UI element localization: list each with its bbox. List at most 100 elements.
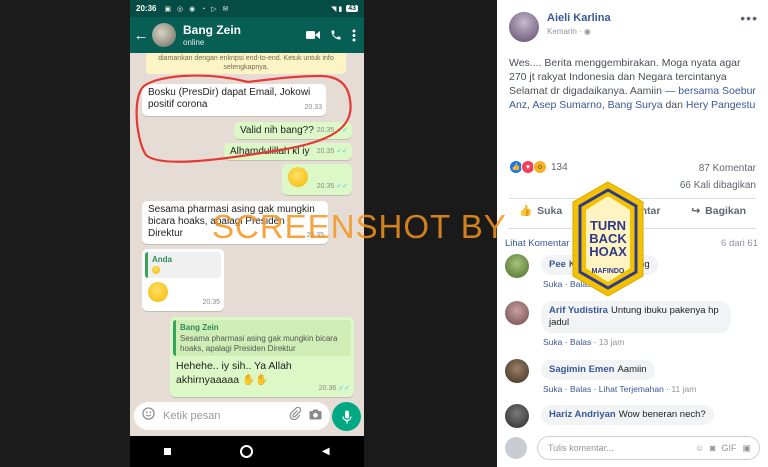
outgoing-message[interactable]: Bang Zein Sesama pharmasi asing gak mung…: [170, 317, 354, 397]
reaction-summary[interactable]: 👍 ♥ o 134: [509, 160, 568, 174]
comment: Arif Yudistira Untung ibuku pakenya hp ja…: [505, 301, 731, 347]
camera-icon[interactable]: ◙: [710, 443, 715, 454]
message-time: 20.35: [202, 299, 220, 306]
comment-time[interactable]: 14 jam: [599, 279, 625, 289]
home-icon[interactable]: [240, 445, 254, 458]
message-input[interactable]: Ketik pesan: [134, 402, 330, 430]
mic-button[interactable]: [332, 402, 361, 431]
like-label: Suka: [537, 204, 563, 217]
voice-call-icon[interactable]: [330, 29, 342, 41]
message-text: Bosku (PresDir) dapat Email, Jokowi posi…: [148, 87, 311, 110]
comment-button[interactable]: 🗨 Komentar: [583, 204, 670, 218]
more-options-icon[interactable]: [352, 29, 356, 42]
comment-like-link[interactable]: Suka: [543, 279, 562, 289]
commenter-avatar[interactable]: [505, 404, 529, 428]
commenter-name[interactable]: Sagimin Emen: [549, 364, 614, 375]
incoming-message[interactable]: Bosku (PresDir) dapat Email, Jokowi posi…: [142, 84, 326, 116]
comment-like-link[interactable]: Suka: [543, 384, 562, 394]
like-button[interactable]: 👍 Suka: [509, 204, 572, 218]
comment-like-link[interactable]: Suka: [543, 337, 562, 347]
write-comment-placeholder: Tulis komentar...: [548, 443, 614, 453]
write-comment-input[interactable]: Tulis komentar... ☺ ◙ GIF ▣: [537, 436, 760, 460]
contact-avatar[interactable]: [152, 23, 176, 47]
message-time: 20.33: [304, 104, 322, 111]
quoted-emoji-icon: [152, 266, 160, 274]
comment-text: Kenek telek paleng: [568, 259, 650, 270]
message-composer: Ketik pesan: [130, 398, 364, 436]
comment-reply-link[interactable]: Balas: [570, 279, 591, 289]
comment-text: Aamiin: [617, 364, 647, 375]
post-time[interactable]: Kemarin: [547, 27, 577, 36]
tag-surya[interactable]: Bang Surya: [608, 99, 663, 111]
comment: Pee Kenek telek paleng Suka · Balas · 14 …: [505, 254, 658, 289]
sticker-icon[interactable]: ▣: [742, 443, 751, 454]
comment-reply-link[interactable]: Balas: [570, 384, 591, 394]
back-arrow-icon[interactable]: ←: [132, 27, 150, 44]
grinning-emoji-icon: [288, 167, 308, 187]
divider: [509, 198, 756, 199]
facebook-post: Aieli Karlina Kemarin · ◉ ••• Wes.... Be…: [497, 0, 768, 467]
message-time: 20.35: [316, 183, 335, 190]
commenter-avatar[interactable]: [505, 301, 529, 325]
incoming-message[interactable]: Anda 20.35: [142, 249, 224, 311]
attach-icon[interactable]: [289, 406, 302, 425]
share-label: Bagikan: [705, 204, 746, 217]
battery-level: 43: [346, 5, 358, 12]
thumbs-up-icon: 👍: [519, 205, 533, 217]
reaction-count: 134: [551, 161, 568, 173]
write-comment-row: Tulis komentar... ☺ ◙ GIF ▣: [505, 436, 760, 460]
recents-icon[interactable]: [164, 448, 172, 455]
previous-comments-link[interactable]: Lihat Komentar Sebelumnya: [505, 238, 625, 249]
current-user-avatar: [505, 437, 527, 459]
input-placeholder: Ketik pesan: [163, 410, 221, 422]
encryption-notice[interactable]: diamankan dengan enkripsi end-to-end. Ke…: [146, 53, 346, 74]
outgoing-message[interactable]: Alhamdulillah kl iy 20.35 ✓✓: [224, 143, 352, 160]
comment-time[interactable]: 11 jam: [671, 384, 696, 394]
video-call-icon[interactable]: [306, 30, 320, 40]
incoming-message[interactable]: Sesama pharmasi asing gak mungkin bicara…: [142, 201, 328, 244]
mic-icon: [341, 410, 352, 423]
contact-info[interactable]: Bang Zein online: [183, 23, 241, 47]
gap-background: [364, 0, 497, 467]
tag-asep[interactable]: Asep Sumarno: [532, 99, 601, 111]
read-receipt-icon: ✓✓: [336, 148, 348, 155]
quote-author: Anda: [152, 255, 172, 264]
comment-reply-link[interactable]: Balas: [570, 337, 591, 347]
emoji-icon[interactable]: ☺: [695, 443, 704, 454]
author-avatar[interactable]: [509, 12, 539, 42]
commenter-avatar[interactable]: [505, 254, 529, 278]
outgoing-message[interactable]: 20.35 ✓✓: [282, 164, 352, 195]
outgoing-message[interactable]: Valid nih bang?? 20.35 ✓✓: [234, 122, 352, 139]
left-background: [0, 0, 130, 467]
post-menu-icon[interactable]: •••: [740, 10, 758, 26]
whatsapp-screenshot: 20:36 ▣ ◎ ◉ ◔ ▷ ✉ ◥ ▮ 43 ← Bang Zein onl…: [130, 0, 364, 467]
commenter-avatar[interactable]: [505, 359, 529, 383]
commenter-name[interactable]: Pee: [549, 259, 566, 270]
comment-label: Komentar: [611, 204, 661, 217]
emoji-picker-icon[interactable]: [142, 407, 155, 425]
share-button[interactable]: ↪ Bagikan: [681, 204, 756, 217]
camera-icon[interactable]: [309, 407, 322, 425]
message-text: Valid nih bang??: [240, 125, 314, 136]
quoted-message[interactable]: Bang Zein Sesama pharmasi asing gak mung…: [173, 320, 351, 356]
author-name[interactable]: Aieli Karlina: [547, 12, 611, 24]
comment: Sagimin Emen Aamiin Suka · Balas · Lihat …: [505, 359, 696, 394]
back-nav-icon[interactable]: ◀: [322, 446, 330, 457]
tag-and: dan: [665, 99, 683, 111]
commenter-name[interactable]: Hariz Andriyan: [549, 409, 616, 420]
gif-icon[interactable]: GIF: [721, 443, 736, 454]
globe-icon: ◉: [583, 27, 591, 36]
quoted-message[interactable]: Anda: [145, 252, 221, 278]
tag-hery[interactable]: Hery Pangestu: [686, 99, 755, 111]
commenter-name[interactable]: Arif Yudistira: [549, 305, 608, 316]
message-text: Alhamdulillah kl iy: [230, 146, 310, 157]
post-text: Wes.... Berita menggembirakan. Moga nyat…: [509, 57, 756, 111]
message-text: Hehehe.. iy sih.. Ya Allah akhirnyaaaaa: [176, 360, 292, 386]
comments-count[interactable]: 87 Komentar: [680, 160, 756, 177]
message-text: Sesama pharmasi asing gak mungkin bicara…: [148, 204, 315, 239]
comment-time[interactable]: 13 jam: [599, 337, 625, 347]
shares-count[interactable]: 66 Kali dibagikan: [680, 177, 756, 194]
quote-text: Sesama pharmasi asing gak mungkin bicara…: [180, 334, 338, 353]
translate-link[interactable]: Lihat Terjemahan: [599, 384, 664, 394]
hands-emoji-icon: ✋✋: [241, 374, 269, 386]
